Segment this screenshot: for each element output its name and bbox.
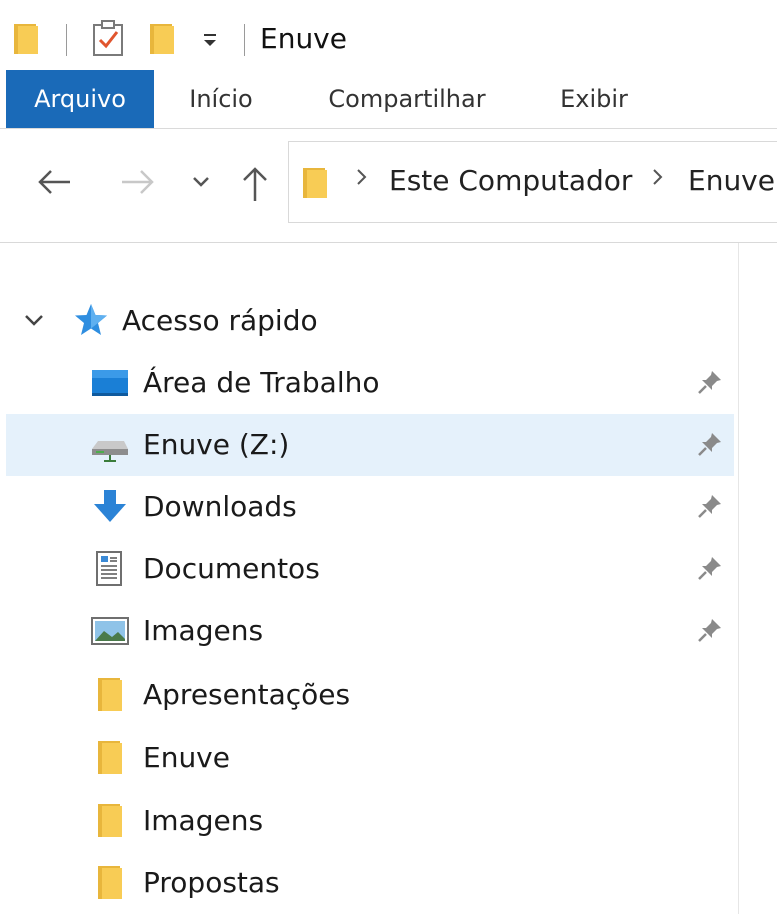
sidebar-item-label: Apresentações: [143, 678, 351, 711]
sidebar-item-enuve[interactable]: Enuve: [6, 727, 734, 789]
sidebar-item-downloads[interactable]: Downloads: [6, 476, 734, 538]
tab-inicio[interactable]: Início: [166, 70, 276, 128]
breadcrumb-este-computador[interactable]: Este Computador: [389, 162, 632, 200]
folder-icon: [90, 865, 130, 901]
tab-exibir[interactable]: Exibir: [548, 70, 640, 128]
back-arrow-icon[interactable]: [36, 167, 74, 201]
pane-divider[interactable]: [738, 243, 739, 914]
folder-icon: [301, 166, 329, 204]
navigation-divider: [0, 242, 777, 243]
sidebar-item-label: Documentos: [143, 552, 320, 585]
recent-locations-icon[interactable]: [190, 173, 212, 195]
window-title: Enuve: [260, 22, 347, 55]
breadcrumb-enuve[interactable]: Enuve: [688, 162, 775, 200]
pin-icon[interactable]: [696, 616, 724, 648]
navigation-bar: Este Computador Enuve: [0, 129, 777, 243]
new-folder-icon[interactable]: [148, 22, 176, 60]
sidebar-item-apresentacoes[interactable]: Apresentações: [6, 664, 734, 726]
pin-icon[interactable]: [696, 430, 724, 462]
star-icon: [72, 302, 110, 342]
toolbar-separator: [244, 24, 245, 56]
quick-access-header[interactable]: Acesso rápido: [0, 290, 738, 350]
sidebar-item-imagens-folder[interactable]: Imagens: [6, 790, 734, 852]
pin-icon[interactable]: [696, 554, 724, 586]
tab-arquivo[interactable]: Arquivo: [6, 70, 154, 128]
customize-toolbar-icon[interactable]: [199, 30, 221, 52]
chevron-down-icon[interactable]: [22, 310, 46, 334]
folder-icon: [90, 740, 130, 776]
sidebar-item-label: Área de Trabalho: [143, 366, 380, 399]
sidebar-item-label: Enuve (Z:): [143, 428, 290, 461]
folder-icon: [90, 803, 130, 839]
ribbon-tabs: Arquivo Início Compartilhar Exibir: [0, 70, 777, 130]
sidebar-item-label: Enuve: [143, 741, 230, 774]
properties-icon[interactable]: [92, 20, 126, 62]
chevron-right-icon[interactable]: [651, 166, 665, 194]
sidebar-item-label: Imagens: [143, 804, 264, 837]
desktop-icon: [90, 365, 130, 401]
forward-arrow-icon[interactable]: [118, 167, 156, 201]
up-arrow-icon[interactable]: [240, 165, 270, 207]
address-bar[interactable]: Este Computador Enuve: [288, 141, 777, 223]
network-drive-icon: [90, 427, 130, 463]
toolbar-separator: [66, 24, 67, 56]
sidebar-item-documentos[interactable]: Documentos: [6, 538, 734, 600]
documents-icon: [90, 551, 130, 587]
pin-icon[interactable]: [696, 368, 724, 400]
downloads-icon: [90, 489, 130, 525]
chevron-right-icon[interactable]: [355, 166, 369, 194]
quick-access-label: Acesso rápido: [122, 304, 318, 337]
pictures-icon: [90, 613, 130, 649]
sidebar-item-area-de-trabalho[interactable]: Área de Trabalho: [6, 352, 734, 414]
folder-icon: [12, 22, 40, 60]
sidebar-item-propostas[interactable]: Propostas: [6, 852, 734, 914]
sidebar-item-imagens[interactable]: Imagens: [6, 600, 734, 662]
sidebar-item-enuve-drive[interactable]: Enuve (Z:): [6, 414, 734, 476]
folder-icon: [90, 677, 130, 713]
tab-compartilhar[interactable]: Compartilhar: [316, 70, 498, 128]
sidebar-item-label: Downloads: [143, 490, 297, 523]
sidebar-item-label: Propostas: [143, 866, 280, 899]
title-bar: Enuve: [0, 0, 777, 70]
sidebar-item-label: Imagens: [143, 614, 264, 647]
pin-icon[interactable]: [696, 492, 724, 524]
